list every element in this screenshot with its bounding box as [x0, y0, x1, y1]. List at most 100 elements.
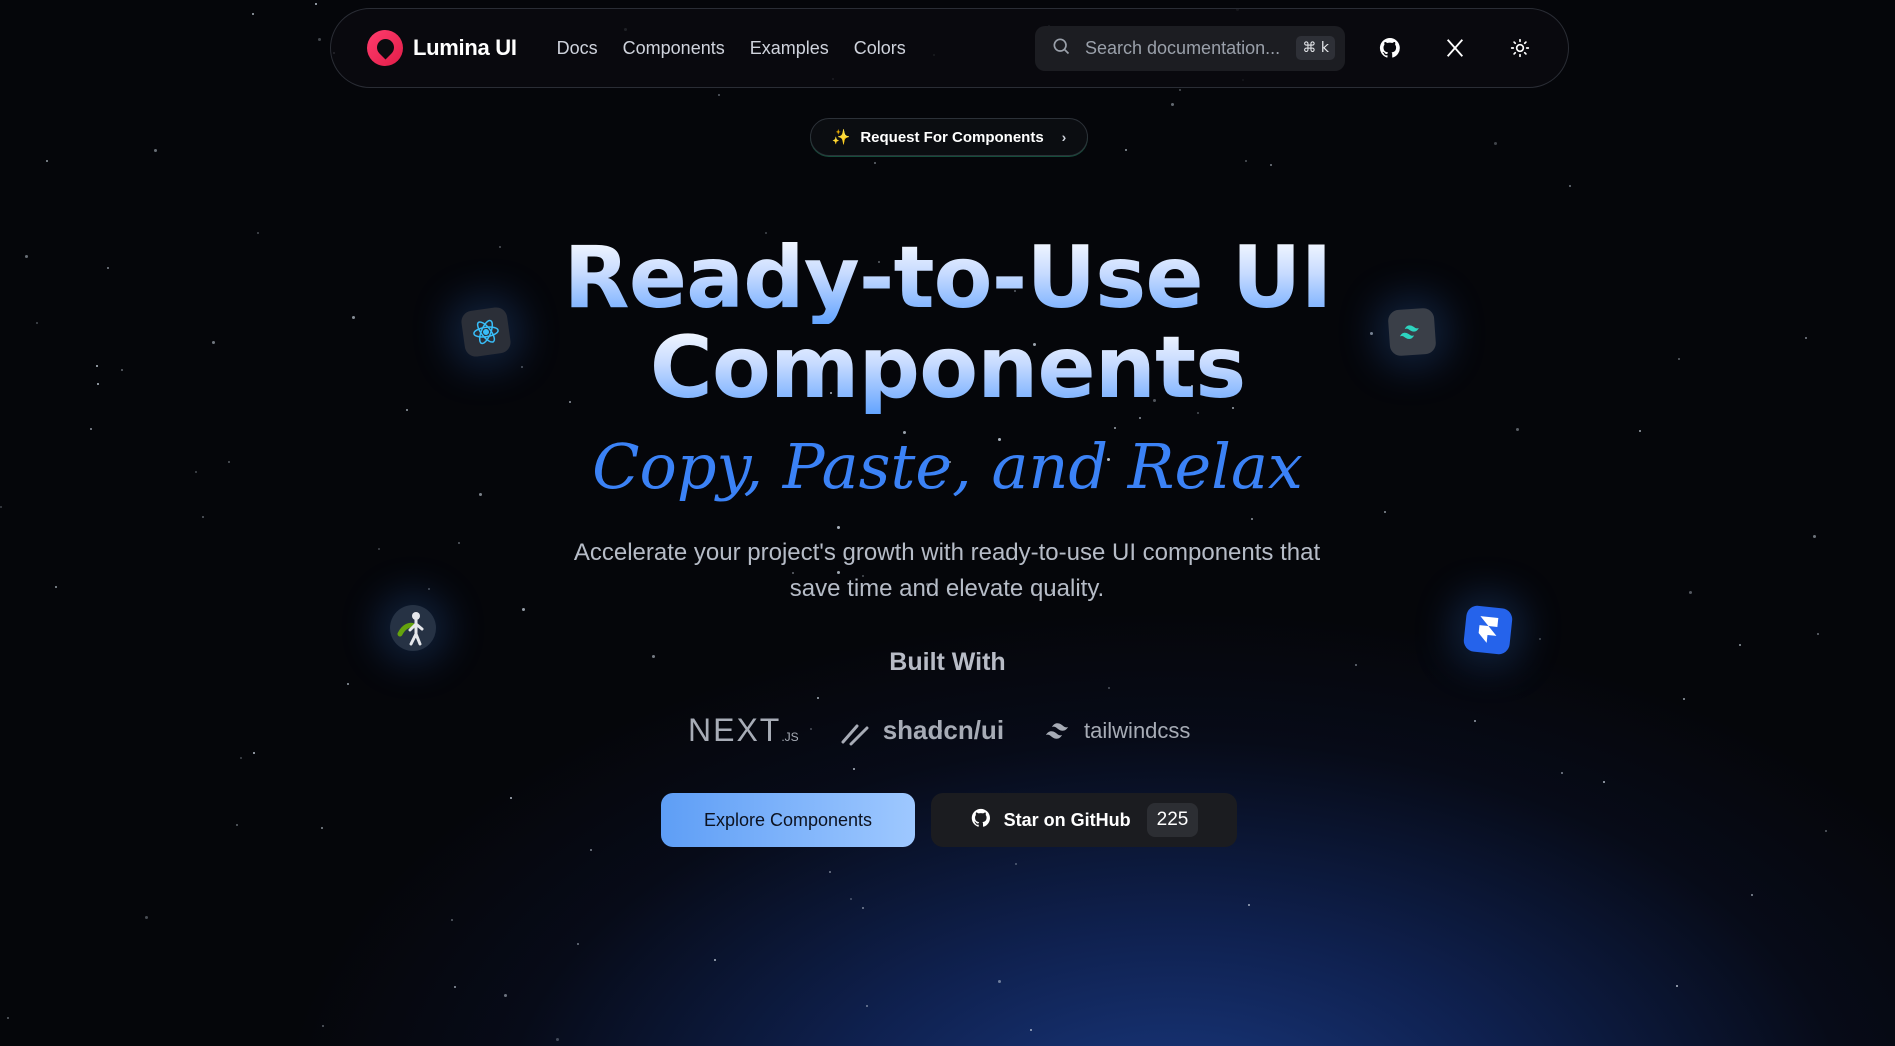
nav-link-colors[interactable]: Colors — [854, 38, 906, 59]
star-dot — [1125, 149, 1127, 151]
star-dot — [1494, 142, 1497, 145]
star-dot — [322, 1025, 324, 1027]
framer-icon — [1462, 604, 1514, 656]
starfield — [0, 0, 1895, 1046]
nav-link-docs[interactable]: Docs — [557, 38, 598, 59]
shadcn-logo: shadcn/ui — [839, 715, 1004, 746]
nav-icons — [1377, 36, 1532, 61]
star-dot — [1245, 160, 1247, 162]
star-dot — [321, 827, 323, 829]
star-dot — [451, 919, 453, 921]
star-dot — [1676, 985, 1678, 987]
nav-links: Docs Components Examples Colors — [557, 38, 906, 59]
star-dot — [1739, 644, 1741, 646]
star-dot — [1015, 863, 1017, 865]
star-dot — [1248, 904, 1250, 906]
star-dot — [866, 1005, 868, 1007]
star-dot — [1813, 535, 1816, 538]
star-dot — [46, 160, 48, 162]
nav-link-components[interactable]: Components — [623, 38, 725, 59]
badge-label: Request For Components — [860, 128, 1044, 146]
sparkles-icon: ✨ — [831, 129, 851, 146]
star-dot — [1603, 781, 1605, 783]
github-icon — [970, 807, 992, 834]
star-dot — [154, 149, 157, 152]
tailwind-wave-icon — [1046, 722, 1069, 739]
star-dot — [315, 3, 317, 5]
sun-icon[interactable] — [1507, 36, 1532, 61]
tech-logos: NEXT.JS shadcn/ui tailwindcss — [688, 712, 1190, 749]
star-dot — [874, 162, 876, 164]
star-dot — [145, 916, 148, 919]
built-with-heading: Built With — [889, 648, 1006, 676]
star-dot — [454, 986, 456, 988]
star-dot — [817, 697, 819, 699]
star-dot — [378, 548, 380, 550]
node-icon — [390, 605, 436, 651]
search-placeholder: Search documentation... — [1085, 37, 1281, 58]
star-dot — [458, 542, 460, 544]
brand-name: Lumina UI — [413, 35, 517, 60]
star-button-label: Star on GitHub — [1003, 809, 1131, 830]
star-dot — [1539, 638, 1541, 640]
tailwind-icon — [1387, 307, 1437, 357]
star-on-github-button[interactable]: Star on GitHub 225 — [931, 793, 1237, 847]
star-dot — [1689, 591, 1692, 594]
star-dot — [829, 871, 831, 873]
explore-components-button[interactable]: Explore Components — [661, 793, 915, 847]
star-dot — [1270, 164, 1272, 166]
star-dot — [853, 768, 855, 770]
brand[interactable]: Lumina UI — [367, 30, 517, 66]
star-dot — [504, 994, 507, 997]
hero-description: Accelerate your project's growth with re… — [573, 539, 1321, 602]
star-dot — [1817, 633, 1819, 635]
tailwind-logo: tailwindcss — [1044, 718, 1190, 744]
star-dot — [1569, 185, 1571, 187]
star-dot — [7, 1017, 9, 1019]
star-dot — [714, 959, 716, 961]
star-dot — [0, 506, 2, 508]
search-shortcut: ⌘ k — [1296, 36, 1335, 60]
star-dot — [55, 586, 57, 588]
brand-logo — [367, 30, 403, 66]
star-dot — [240, 757, 242, 759]
star-dot — [1561, 772, 1563, 774]
star-dot — [510, 797, 512, 799]
star-dot — [202, 516, 204, 518]
star-dot — [862, 907, 864, 909]
hero-title-line2: Components — [0, 322, 1895, 414]
react-icon — [460, 306, 512, 358]
star-count-badge: 225 — [1146, 803, 1199, 837]
star-dot — [577, 943, 579, 945]
star-dot — [347, 683, 349, 685]
shadcn-slashes-icon — [841, 724, 869, 745]
star-dot — [1683, 698, 1685, 700]
star-dot — [253, 752, 255, 754]
star-dot — [718, 94, 720, 96]
star-dot — [522, 608, 525, 611]
star-dot — [1825, 830, 1827, 832]
star-dot — [1251, 518, 1253, 520]
star-dot — [236, 824, 238, 826]
star-dot — [428, 588, 430, 590]
star-dot — [1474, 720, 1476, 722]
star-dot — [1171, 103, 1174, 106]
star-dot — [556, 1038, 559, 1041]
hero-subtitle: Copy, Paste, and Relax — [592, 430, 1303, 503]
request-components-badge[interactable]: ✨ Request For Components › — [810, 118, 1088, 156]
search-input[interactable]: Search documentation... ⌘ k — [1035, 25, 1345, 71]
x-icon[interactable] — [1442, 36, 1467, 61]
star-dot — [850, 898, 852, 900]
github-icon[interactable] — [1377, 36, 1402, 61]
search-icon — [1051, 36, 1071, 61]
star-dot — [590, 849, 592, 851]
star-dot — [998, 980, 1001, 983]
hero-title-line1: Ready-to-Use UI — [0, 232, 1895, 324]
star-dot — [252, 13, 254, 15]
nextjs-logo: NEXT.JS — [688, 712, 799, 748]
star-dot — [1751, 894, 1753, 896]
chevron-right-icon: › — [1061, 129, 1067, 145]
star-dot — [1179, 89, 1181, 91]
star-dot — [1030, 1029, 1032, 1031]
nav-link-examples[interactable]: Examples — [750, 38, 829, 59]
